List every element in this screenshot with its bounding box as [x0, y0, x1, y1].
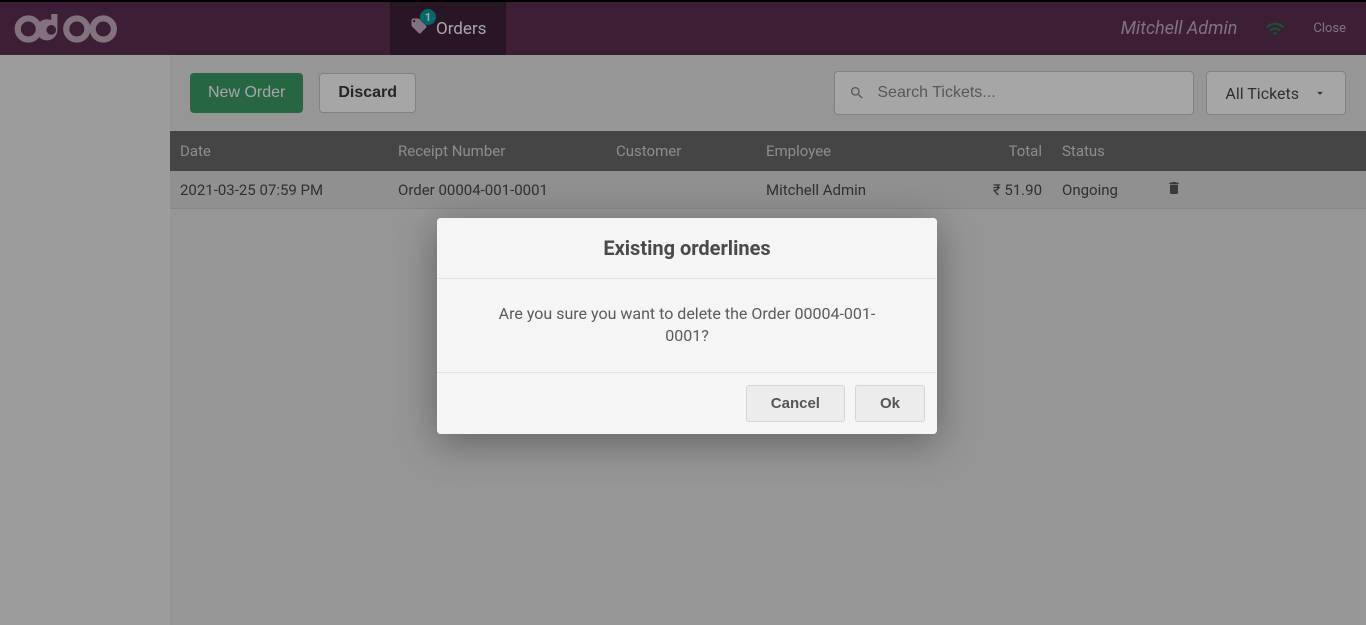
confirm-modal: Existing orderlines Are you sure you wan… [437, 218, 937, 434]
modal-footer: Cancel Ok [437, 373, 937, 434]
modal-body: Are you sure you want to delete the Orde… [437, 279, 937, 373]
ok-button[interactable]: Ok [855, 385, 925, 422]
cancel-button[interactable]: Cancel [746, 385, 845, 422]
modal-title: Existing orderlines [437, 218, 937, 279]
